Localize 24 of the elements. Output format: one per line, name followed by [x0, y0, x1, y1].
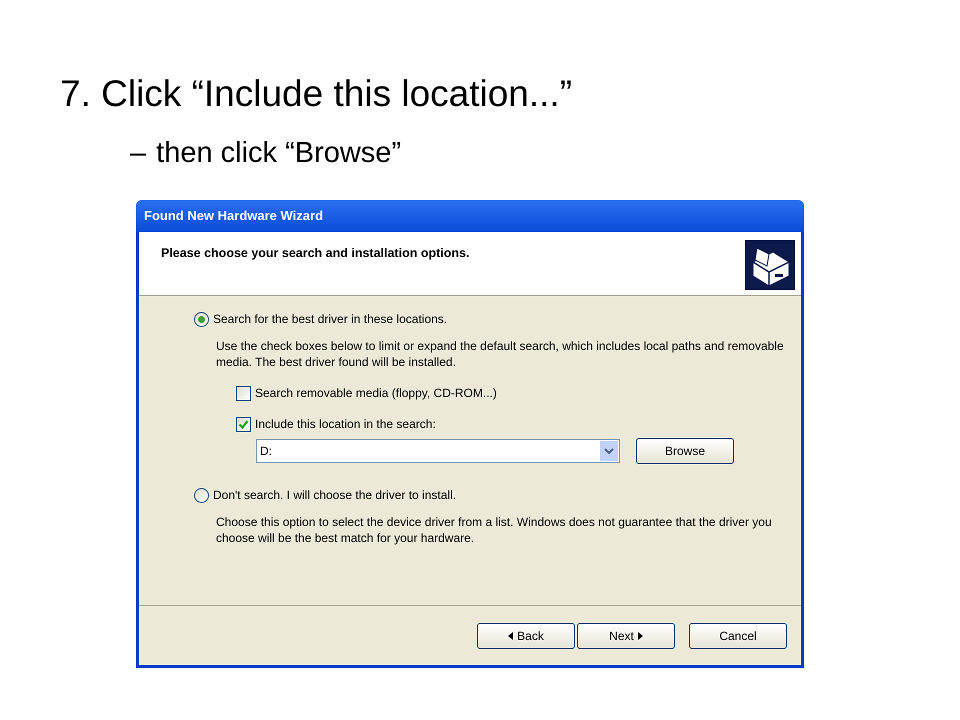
location-dropdown[interactable]: D:: [256, 439, 620, 463]
back-button[interactable]: Back: [477, 622, 575, 648]
checkbox[interactable]: [236, 386, 251, 400]
slide-heading: 7. Click “Include this location...”: [60, 72, 572, 116]
window-title: Found New Hardware Wizard: [144, 207, 324, 226]
option-description: Choose this option to select the device driver from a list. Windows does not guarantee that the driver you choose will be the best match for your hardware.: [216, 514, 773, 546]
checkbox[interactable]: [236, 416, 251, 432]
slide-bullet: then click “Browse”: [156, 136, 402, 170]
radio-button[interactable]: [194, 488, 209, 502]
cancel-button[interactable]: Cancel: [689, 622, 787, 648]
next-button[interactable]: Next: [577, 622, 675, 648]
browse-button[interactable]: Browse: [636, 438, 734, 464]
bullet-dash: –: [130, 136, 146, 170]
radio-button[interactable]: [194, 312, 209, 326]
header-text: Please choose your search and installation options.: [161, 245, 470, 262]
option-label: Don't search. I will choose the driver to install.: [213, 487, 456, 504]
option-description: Use the check boxes below to limit or expand the default search, which includes local paths and removable media. The best driver found will be installed.: [216, 338, 785, 370]
location-value: D:: [260, 443, 272, 460]
hardware-icon: [745, 240, 795, 290]
caret-right-icon: [638, 632, 643, 640]
caret-left-icon: [508, 632, 514, 640]
option-label: Search for the best driver in these locations.: [213, 311, 448, 328]
checkbox-label: Search removable media (floppy, CD-ROM...): [255, 385, 497, 402]
checkbox-label: Include this location in the search:: [255, 416, 436, 433]
